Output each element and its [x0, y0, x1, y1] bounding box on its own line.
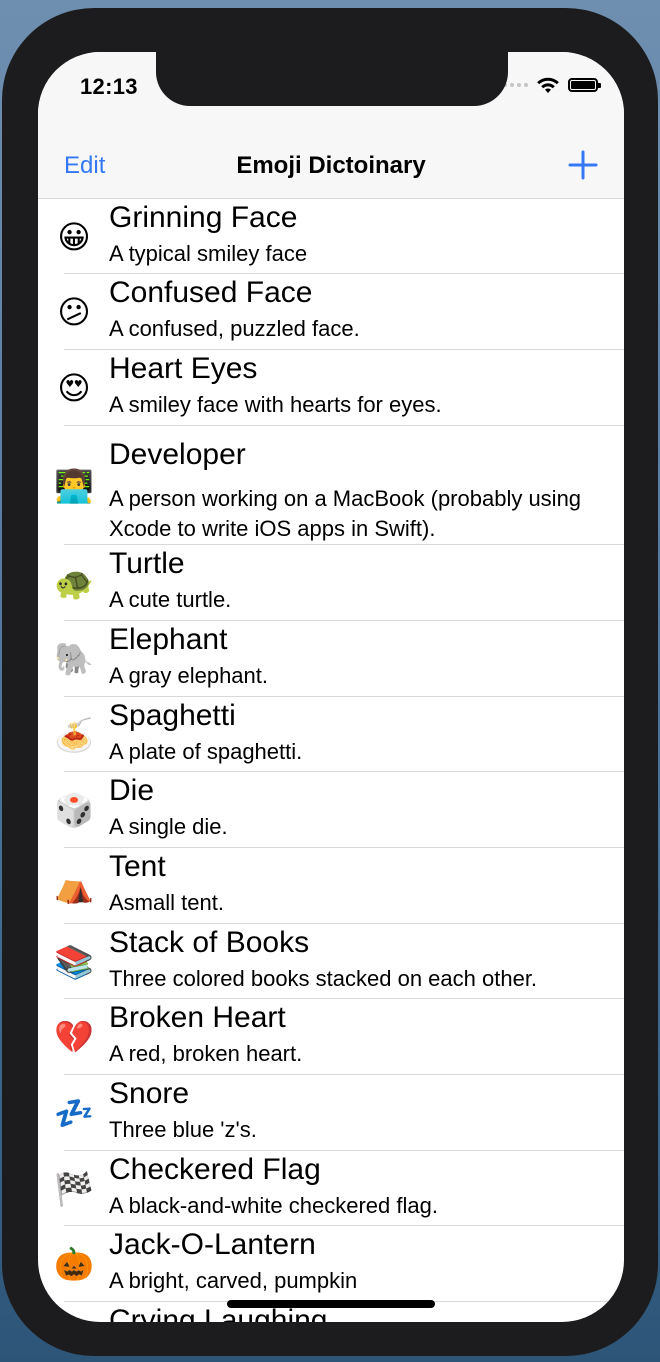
plus-icon[interactable] — [568, 150, 598, 180]
emoji-symbol: 🎲 — [54, 791, 94, 829]
table-row[interactable]: 🐢 Turtle A cute turtle. — [38, 545, 624, 621]
emoji-name: Developer — [109, 438, 246, 471]
emoji-symbol: 😀 — [57, 218, 91, 256]
emoji-symbol: 💤 — [54, 1094, 94, 1132]
table-row[interactable]: 😍 Heart Eyes A smiley face with hearts for… — [38, 350, 624, 426]
emoji-name: Checkered Flag — [109, 1153, 321, 1186]
emoji-description: Three colored books stacked on each othe… — [109, 966, 538, 991]
emoji-symbol: 🎃 — [54, 1245, 94, 1283]
emoji-description: Asmall tent. — [109, 890, 224, 915]
home-indicator — [227, 1300, 435, 1308]
status-icons — [503, 76, 601, 94]
emoji-description: A gray elephant. — [109, 663, 269, 688]
navigation-bar: Edit Emoji Dictoinary — [38, 124, 624, 199]
table-row[interactable]: 📚 Stack of Books Three colored books stack… — [38, 924, 624, 999]
table-row[interactable]: ⛺ Tent Asmall tent. — [38, 848, 624, 924]
emoji-table: 😀 Grinning Face A typical smiley face 😕 Conf… — [38, 199, 624, 1322]
emoji-symbol: 😍 — [57, 369, 91, 407]
table-row[interactable]: 💤 Snore Three blue 'z's. — [38, 1075, 624, 1151]
emoji-name: Jack-O-Lantern — [109, 1228, 316, 1261]
device-frame: 12:13 Edit Emoji Dictoinary 😀 Grinning F… — [2, 8, 658, 1356]
emoji-symbol: 🐘 — [54, 640, 94, 678]
emoji-name: Die — [109, 774, 155, 807]
emoji-symbol: 🍝 — [54, 716, 94, 754]
table-row[interactable]: 🎃 Jack-O-Lantern A bright, carved, pumpkin — [38, 1226, 624, 1302]
emoji-name: Elephant — [109, 623, 228, 656]
emoji-description: A red, broken heart. — [109, 1041, 303, 1066]
device-screen: 12:13 Edit Emoji Dictoinary 😀 Grinning F… — [38, 52, 624, 1322]
emoji-description: A confused, puzzled face. — [109, 316, 360, 341]
emoji-description: A black-and-white checkered flag. — [109, 1193, 438, 1218]
emoji-symbol: ⛺ — [54, 867, 94, 905]
emoji-description: A cute turtle. — [109, 587, 232, 612]
emoji-description: Three blue 'z's. — [109, 1117, 257, 1142]
table-row[interactable]: 💔 Broken Heart A red, broken heart. — [38, 999, 624, 1075]
status-time: 12:13 — [80, 74, 138, 99]
emoji-name: Heart Eyes — [109, 352, 258, 385]
emoji-description: A smiley face with hearts for eyes. — [109, 392, 442, 417]
emoji-symbol: 🐢 — [54, 564, 94, 602]
wifi-icon — [537, 77, 559, 93]
emoji-description: A single die. — [109, 814, 228, 839]
emoji-description: A plate of spaghetti. — [109, 739, 303, 764]
table-row[interactable]: 🎲 Die A single die. — [38, 772, 624, 848]
emoji-symbol: 👨‍💻 — [54, 467, 94, 505]
emoji-description: A person working on a MacBook (probably … — [109, 486, 582, 541]
table-row[interactable]: 😀 Grinning Face A typical smiley face — [38, 199, 624, 274]
battery-icon — [568, 78, 601, 92]
emoji-name: Turtle — [109, 547, 185, 580]
emoji-name: Tent — [109, 850, 166, 883]
emoji-description: A typical smiley face — [109, 241, 308, 266]
emoji-name: Snore — [109, 1077, 190, 1110]
table-row[interactable]: 🏁 Checkered Flag A black-and-white checker… — [38, 1151, 624, 1226]
emoji-symbol: 😕 — [57, 293, 91, 331]
emoji-name: Broken Heart — [109, 1001, 286, 1034]
table-row[interactable]: 😕 Confused Face A confused, puzzled face. — [38, 274, 624, 350]
table-row[interactable]: 🐘 Elephant A gray elephant. — [38, 621, 624, 697]
emoji-name: Confused Face — [109, 276, 313, 309]
emoji-symbol: 💔 — [54, 1018, 94, 1056]
cellular-signal-icon — [503, 83, 528, 87]
emoji-name: Grinning Face — [109, 201, 298, 234]
emoji-symbol: 🏁 — [54, 1170, 94, 1208]
device-notch — [156, 52, 508, 106]
page-title: Emoji Dictoinary — [236, 152, 426, 179]
emoji-name: Stack of Books — [109, 926, 310, 959]
table-row[interactable]: 🍝 Spaghetti A plate of spaghetti. — [38, 697, 624, 772]
emoji-symbol: 📚 — [54, 943, 94, 981]
emoji-description: A bright, carved, pumpkin — [109, 1268, 358, 1293]
emoji-name: Spaghetti — [109, 699, 236, 732]
table-row[interactable]: 👨‍💻 Developer A person working on a MacBoo… — [38, 426, 624, 545]
